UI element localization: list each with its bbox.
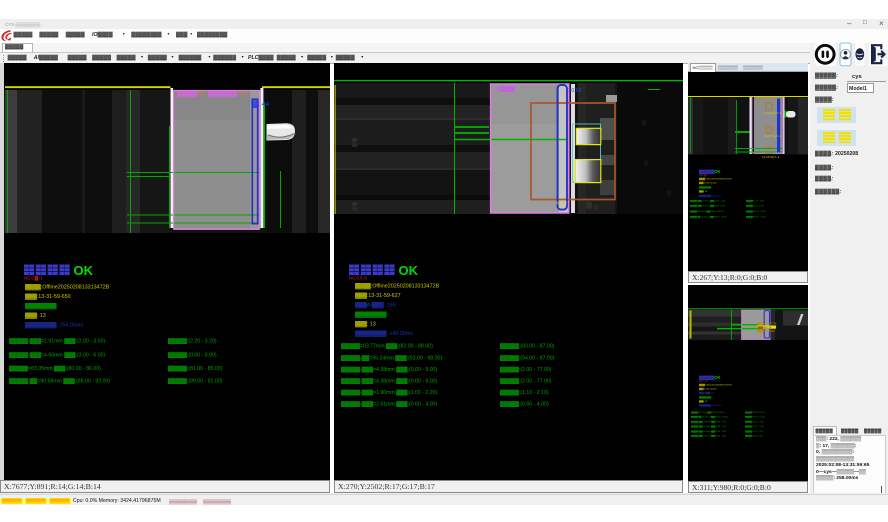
svg-text:▓▓▓=4.38 OK: ▓▓▓=4.38 OK [757,329,775,333]
svg-text:NG:0,0:/0: NG:0,0:/0 [349,276,368,281]
svg-text:▓▓▓▓:Offline2025020813313472B: ▓▓▓▓:Offline2025020813313472B [699,383,732,386]
svg-text:▓▓▓▓▓-▓▓=95.24mm ▓▓▓:(93.00 -: ▓▓▓▓▓-▓▓=95.24mm ▓▓▓:(93.00 - 98.00) [341,355,442,362]
svg-text:▓▓▓▓▓=83.05mm ▓▓▓:(80.00 - 86.: ▓▓▓▓▓=83.05mm ▓▓▓:(80.00 - 86.00) [9,365,101,372]
svg-text:▓▓▓▓▓:(2.00 - 77.00): ▓▓▓▓▓:(2.00 - 77.00) [745,420,764,423]
svg-text:OK: OK [399,263,419,278]
svg-text:▓▓▓▓:Offline2025020813313472B: ▓▓▓▓:Offline2025020813313472B [25,284,110,291]
svg-text:12.45 Rg:1.3: 12.45 Rg:1.3 [764,111,782,115]
svg-text:▓▓▓▓▓▓▓▓: ▓▓▓▓▓▓▓▓ [355,311,387,318]
svg-text:▓▓▓▓▓-▓▓▓=4.60mm ▓▓▓:(3.00 - 6: ▓▓▓▓▓-▓▓▓=4.60mm ▓▓▓:(3.00 - 6.00) [690,204,725,207]
svg-text:▓▓▓:13-31-59-627: ▓▓▓:13-31-59-627 [355,292,401,299]
svg-text:▓▓▓▓▓:(1.10 - 2.10): ▓▓▓▓▓:(1.10 - 2.10) [500,389,549,396]
svg-text:12.40 13.05 12.45: 12.40 13.05 12.45 [755,98,775,101]
svg-text:▓▓▓▓▓:(81.00 - 85.00): ▓▓▓▓▓:(81.00 - 85.00) [168,365,223,372]
svg-text:▓▓▓▓▓-▓▓▓=2.61mm ▓▓▓:(0.60 - 4: ▓▓▓▓▓-▓▓▓=2.61mm ▓▓▓:(0.60 - 4.00) [691,434,726,437]
svg-text:▓▓▓▓▓-▓▓▓=4.38mm ▓▓▓:(0.00 - 9: ▓▓▓▓▓-▓▓▓=4.38mm ▓▓▓:(0.00 - 9.00) [341,366,438,373]
svg-text:▓▓▓▓▓-▓▓=90.56mm ▓▓▓:(88.00 -: ▓▓▓▓▓-▓▓=90.56mm ▓▓▓:(88.00 - 92.00) [9,378,110,385]
svg-text:NG:0,▓:/1: NG:0,▓:/1 [699,174,709,177]
svg-text:12.45 Rg:1.3: 12.45 Rg:1.3 [762,155,780,159]
svg-text:▓▓▓▓▓-▓▓=95.24mm ▓▓▓:(93.00 -: ▓▓▓▓▓-▓▓=95.24mm ▓▓▓:(93.00 - 98.00) [691,415,728,418]
svg-text:▓▓▓▓▓▓▓▓: ▓▓▓▓▓▓▓▓ [699,395,712,398]
svg-text:▓▓▓▓▓▓▓▓: 256.00ms: ▓▓▓▓▓▓▓▓: 256.00ms [699,194,721,197]
svg-text:▓▓▓▓▓:(83.00 - 87.00): ▓▓▓▓▓:(83.00 - 87.00) [745,411,765,414]
svg-text:▓▓▓▓▓:(0.00 - 8.00): ▓▓▓▓▓:(0.00 - 8.00) [168,352,217,359]
svg-text:▓▓▓▓:Offline2025020813313472B: ▓▓▓▓:Offline2025020813313472B [699,177,732,180]
svg-text:▓▓▓▓▓:(94.00 - 97.00): ▓▓▓▓▓:(94.00 - 97.00) [500,355,555,362]
svg-text:▓▓▓▓▓:93, ▓▓▓▓▓▓▓:100: ▓▓▓▓▓:93, ▓▓▓▓▓▓▓:100 [177,91,248,98]
svg-text:▓▓▓▓▓▓▓▓: ▓▓▓▓▓▓▓▓ [699,185,712,188]
svg-text:▓▓▓▓▓-▓▓▓=2.91mm ▓▓▓:(2.00 - 3: ▓▓▓▓▓-▓▓▓=2.91mm ▓▓▓:(2.00 - 3.50) [9,338,106,345]
svg-text:▓▓▓▓▓-▓▓▓=2.61mm ▓▓▓:(0.60 - 4: ▓▓▓▓▓-▓▓▓=2.61mm ▓▓▓:(0.60 - 4.00) [341,401,438,408]
svg-text:▓▓▓: 13: ▓▓▓: 13 [699,190,708,193]
svg-text:▓▓▓▓▓▓▓▓: 140.00ms: ▓▓▓▓▓▓▓▓: 140.00ms [355,330,413,337]
svg-text:▓▓▓▓▓▓▓▓: 140.00ms: ▓▓▓▓▓▓▓▓: 140.00ms [699,404,721,407]
svg-text:▓▓▓▓▓:(81.00 - 85.00): ▓▓▓▓▓:(81.00 - 85.00) [746,210,766,213]
svg-text:▓. 44: ▓. 44 [253,100,270,108]
svg-text:OK: OK [74,263,94,278]
svg-text:▓▓▓=83.77 OK: ▓▓▓=83.77 OK [757,321,777,325]
svg-text:▓▓▓▓▓▓▓▓: 256.00ms: ▓▓▓▓▓▓▓▓: 256.00ms [25,322,83,329]
svg-text:▓▓▓: 13: ▓▓▓: 13 [25,312,46,319]
svg-text:▓▓▓▓:Offline2025020813313472B: ▓▓▓▓:Offline2025020813313472B [355,283,440,290]
svg-text:▓▓▓▓▓:(0.00 - 8.00): ▓▓▓▓▓:(0.00 - 8.00) [746,204,764,207]
svg-text:▓▓▓▓▓:(1.10 - 2.10): ▓▓▓▓▓:(1.10 - 2.10) [745,429,763,432]
svg-text:▓▓▓▓▓:(94.00 - 97.00): ▓▓▓▓▓:(94.00 - 97.00) [745,415,765,418]
svg-text:▓▓▓▓▓:(2.20 - 3.20): ▓▓▓▓▓:(2.20 - 3.20) [746,199,764,202]
svg-text:▓▓▓▓▓:(89.00 - 91.00): ▓▓▓▓▓:(89.00 - 91.00) [168,378,223,385]
svg-text:▓▓▓▓▓-▓▓▓=1.90mm ▓▓▓:(1.00 - 2: ▓▓▓▓▓-▓▓▓=1.90mm ▓▓▓:(1.00 - 2.20) [691,429,726,432]
svg-text:▓▓▓▓▓:(89.00 - 91.00): ▓▓▓▓▓:(89.00 - 91.00) [746,215,766,218]
svg-text:▓▓▓▓▓=83.77mm ▓▓▓:(82.00 - 88.: ▓▓▓▓▓=83.77mm ▓▓▓:(82.00 - 88.00) [341,343,433,350]
svg-text:13.07 Rg:1.1: 13.07 Rg:1.1 [764,134,782,138]
svg-text:▓▓▓▓▓-▓▓▓=4.38mm ▓▓▓:(0.00 - 9: ▓▓▓▓▓-▓▓▓=4.38mm ▓▓▓:(0.00 - 9.00) [691,420,726,423]
svg-text:▓▓▓▓▓-▓▓▓=4.38mm ▓▓▓:(0.00 - 9: ▓▓▓▓▓-▓▓▓=4.38mm ▓▓▓:(0.00 - 9.00) [341,378,438,385]
svg-text:▓▓▓▓▓-▓▓▓=4.38mm ▓▓▓:(0.00 - 9: ▓▓▓▓▓-▓▓▓=4.38mm ▓▓▓:(0.00 - 9.00) [691,425,726,428]
svg-text:▓▓▓▓▓:(0.60 - 4.00): ▓▓▓▓▓:(0.60 - 4.00) [745,434,763,437]
svg-text:▓▓▓: 13: ▓▓▓: 13 [355,321,376,328]
svg-text:▓▓▓▓▓-▓▓=90.56mm ▓▓▓:(88.00 -: ▓▓▓▓▓-▓▓=90.56mm ▓▓▓:(88.00 - 92.00) [690,215,727,218]
svg-text:▓▓▓▓▓:(2.00 - 77.00): ▓▓▓▓▓:(2.00 - 77.00) [500,366,552,373]
svg-text:▓▓▓▓▓:(2.00 - 77.00): ▓▓▓▓▓:(2.00 - 77.00) [745,425,764,428]
svg-text:▓▓▓:13-31-59-650: ▓▓▓:13-31-59-650 [25,293,71,300]
svg-text:▓▓▓:13-31-59-650: ▓▓▓:13-31-59-650 [699,181,717,184]
svg-text:▓▓▓▓▓=83.05mm ▓▓▓:(80.00 - 86.: ▓▓▓▓▓=83.05mm ▓▓▓:(80.00 - 86.00) [690,210,724,213]
svg-text:▓▓▓=95.24: ▓▓▓=95.24 [758,325,772,329]
svg-text:NG:0,0:/0: NG:0,0:/0 [699,381,708,383]
svg-text:▓▓▓AI▓▓▓: 166: ▓▓▓AI▓▓▓: 166 [699,391,716,394]
svg-text:▓▓▓▓▓:(83.00 - 87.00): ▓▓▓▓▓:(83.00 - 87.00) [500,343,555,350]
svg-text:▓▓▓▓▓-▓▓▓=4.60mm ▓▓▓:(3.00 - 6: ▓▓▓▓▓-▓▓▓=4.60mm ▓▓▓:(3.00 - 6.00) [9,352,106,359]
svg-text:▓▓▓:13-31-59-627: ▓▓▓:13-31-59-627 [699,387,717,390]
svg-text:▓▓▓: 13: ▓▓▓: 13 [699,399,708,402]
svg-text:20.88: 20.88 [569,88,582,94]
svg-text:▓▓▓▓▓:(0.60 - 4.00): ▓▓▓▓▓:(0.60 - 4.00) [500,401,549,408]
svg-text:AI▓▓▓▓: AI▓▓▓▓ [495,86,515,93]
svg-text:▓▓▓▓▓-▓▓▓=2.91mm ▓▓▓:(2.00 - 3: ▓▓▓▓▓-▓▓▓=2.91mm ▓▓▓:(2.00 - 3.50) [690,199,725,202]
svg-text:▓▓▓▓▓▓▓▓: ▓▓▓▓▓▓▓▓ [25,303,57,310]
svg-text:NL:12: NL:12 [556,201,568,206]
svg-text:▓▓▓▓▓=83.77mm ▓▓▓:(82.00 - 88.: ▓▓▓▓▓=83.77mm ▓▓▓:(82.00 - 88.00) [691,411,725,414]
svg-text:▓▓▓▓▓-▓▓▓=1.90mm ▓▓▓:(1.00 - 2: ▓▓▓▓▓-▓▓▓=1.90mm ▓▓▓:(1.00 - 2.20) [341,389,438,396]
svg-text:▓▓▓AI▓▓▓: 166: ▓▓▓AI▓▓▓: 166 [355,302,396,309]
svg-text:▓▓▓▓▓:(2.00 - 77.00): ▓▓▓▓▓:(2.00 - 77.00) [500,378,552,385]
svg-text:▓▓▓▓▓:(2.20 - 3.20): ▓▓▓▓▓:(2.20 - 3.20) [168,338,217,345]
